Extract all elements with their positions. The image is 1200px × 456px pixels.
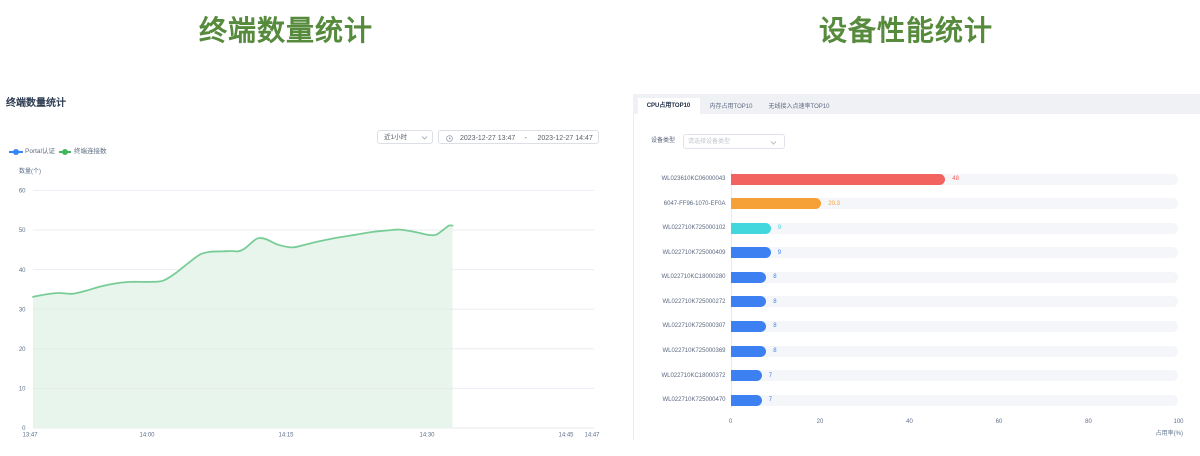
svg-text:50: 50	[19, 228, 26, 234]
svg-text:20: 20	[19, 347, 26, 353]
svg-text:60: 60	[19, 189, 26, 195]
svg-text:10: 10	[19, 387, 26, 393]
svg-text:13:47: 13:47	[22, 433, 38, 439]
svg-text:14:47: 14:47	[584, 433, 600, 439]
svg-text:0: 0	[22, 426, 26, 432]
svg-text:14:15: 14:15	[278, 433, 294, 439]
svg-text:14:00: 14:00	[139, 433, 155, 439]
svg-text:40: 40	[19, 268, 26, 274]
svg-text:30: 30	[19, 307, 26, 313]
svg-text:14:45: 14:45	[558, 433, 574, 439]
svg-text:14:30: 14:30	[419, 433, 435, 439]
